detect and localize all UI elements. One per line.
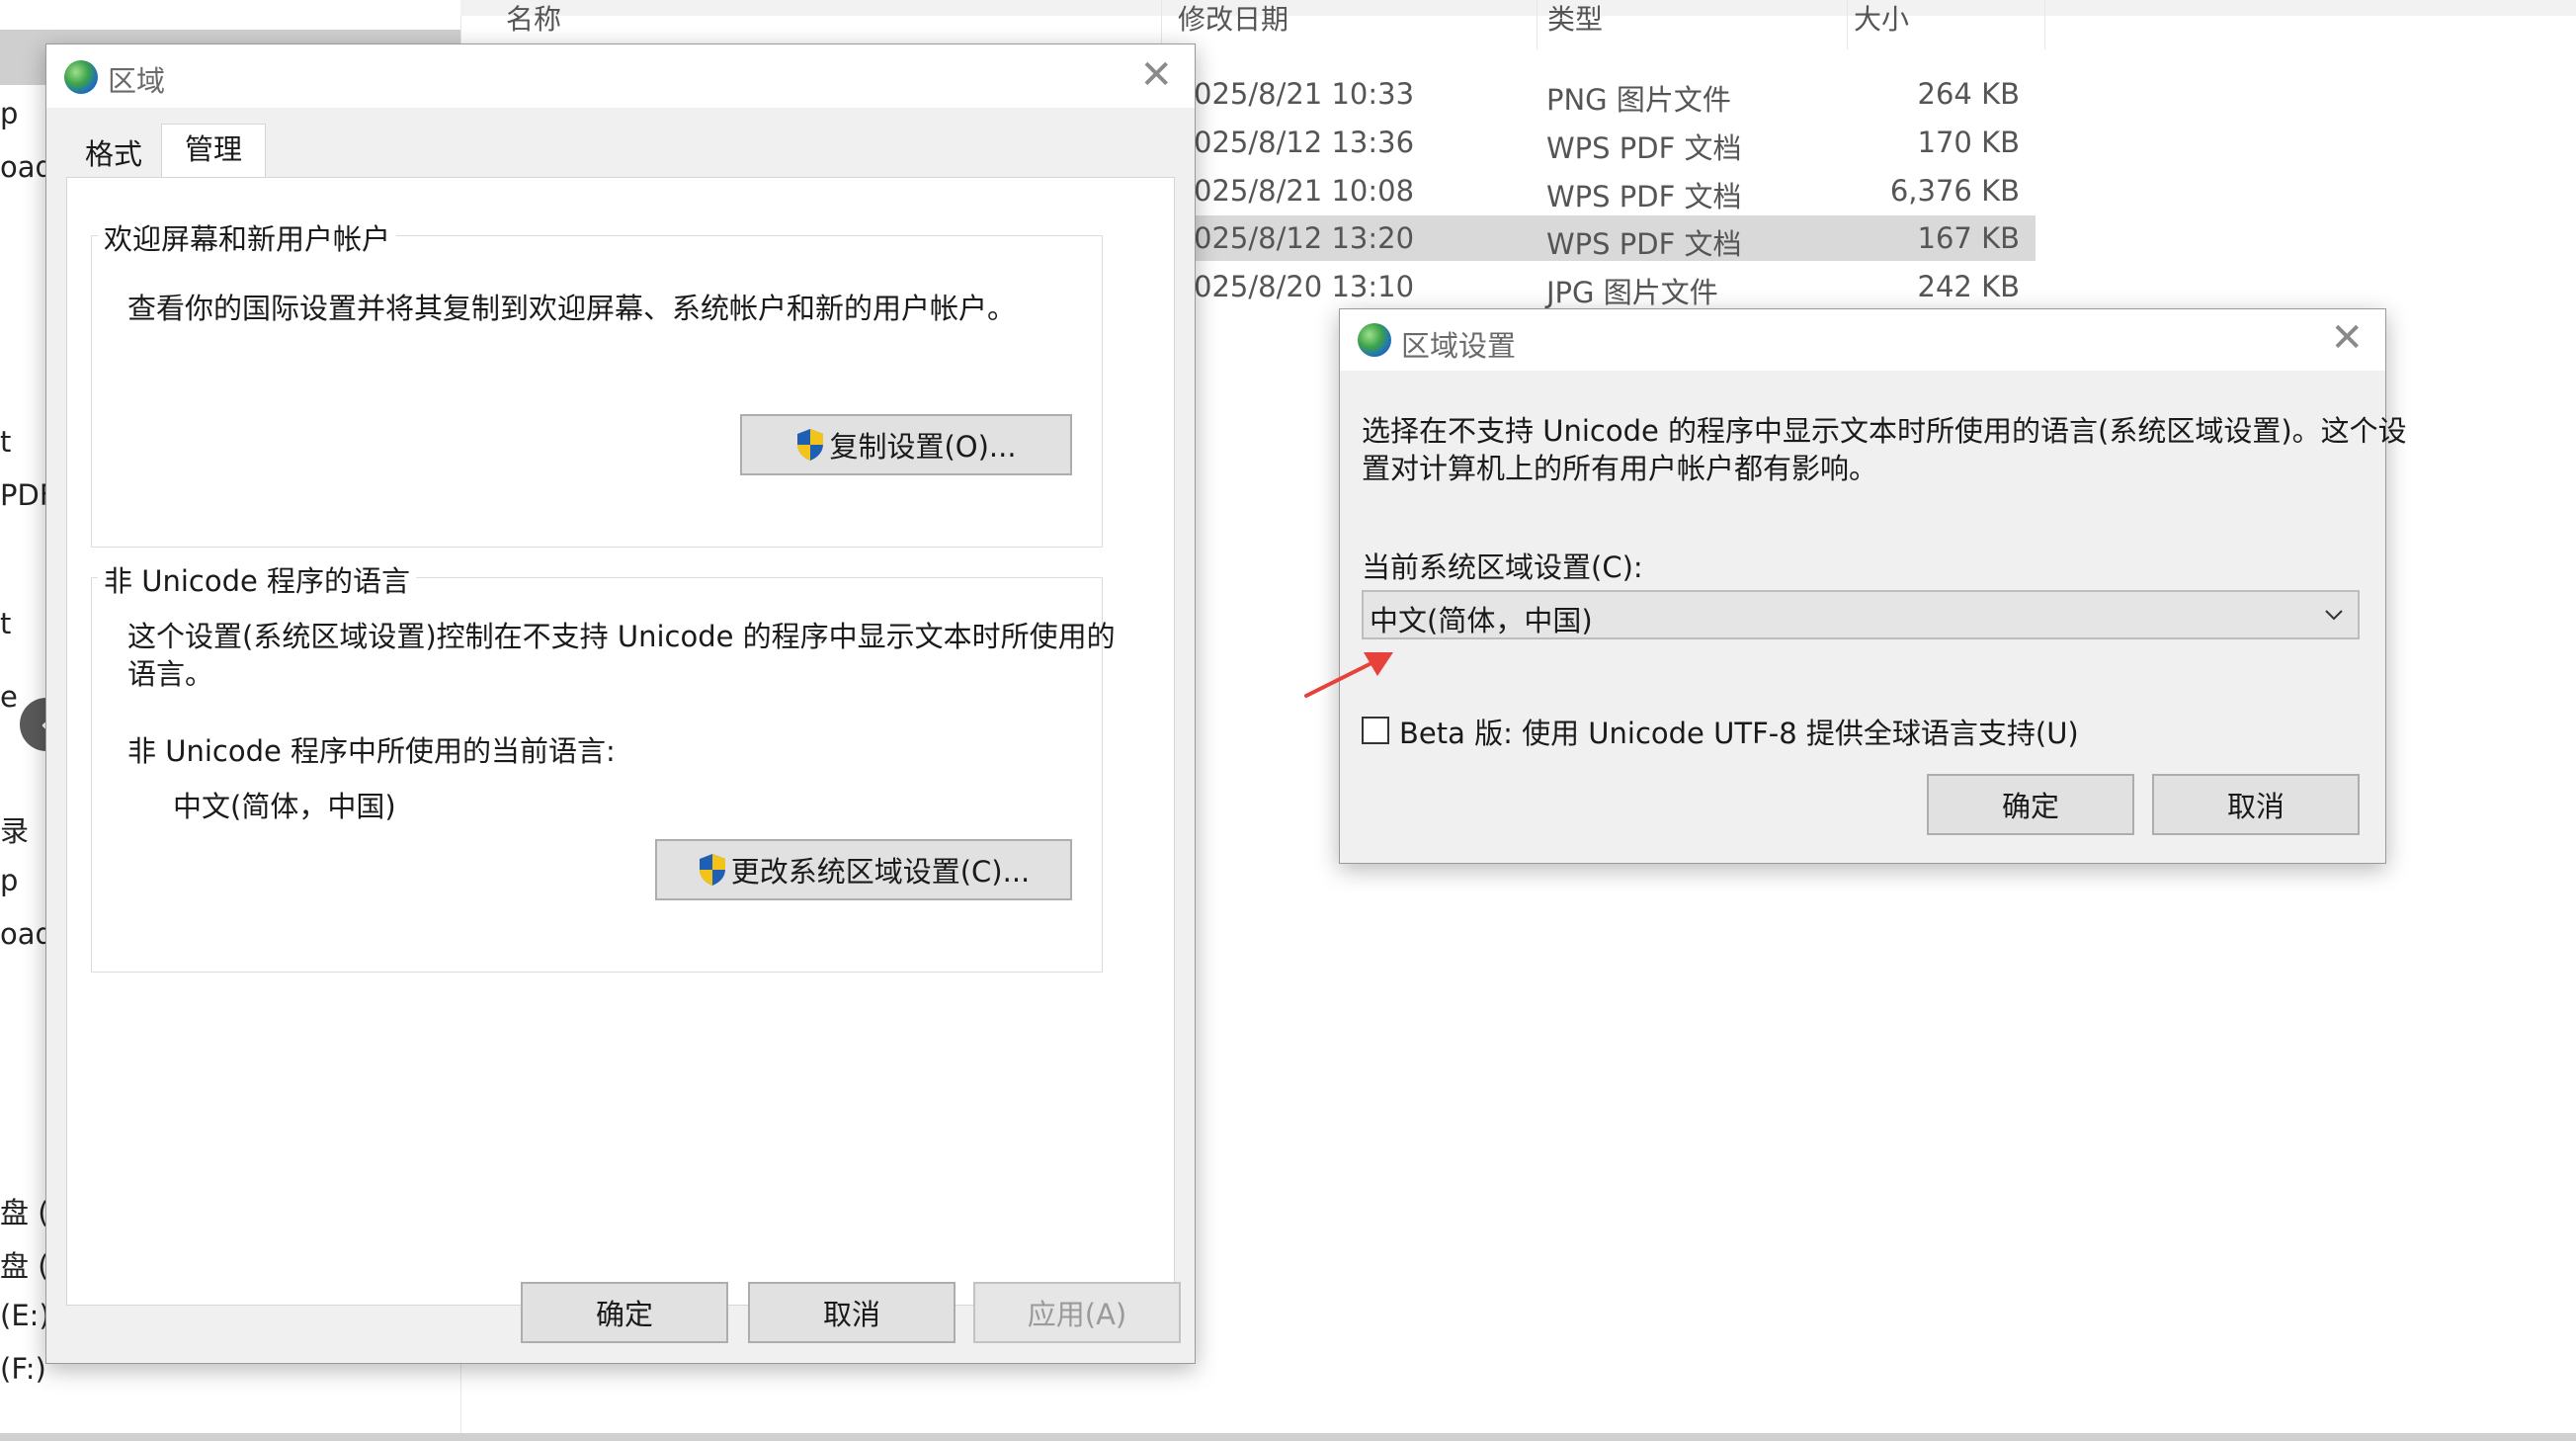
file-size: 264 KB	[1917, 77, 2020, 111]
beta-utf8-checkbox[interactable]	[1362, 717, 1389, 744]
file-date: 025/8/21 10:08	[1194, 174, 1415, 208]
unicode-description-line2: 语言。	[127, 657, 214, 691]
file-type: JPG 图片文件	[1546, 276, 1718, 309]
unicode-group-legend: 非 Unicode 程序的语言	[98, 558, 417, 600]
change-system-locale-button[interactable]: 更改系统区域设置(C)...	[655, 839, 1072, 900]
cancel-button[interactable]: 取消	[748, 1282, 956, 1343]
locale-dialog: 区域设置 ✕ 选择在不支持 Unicode 的程序中显示文本时所使用的语言(系统…	[1339, 308, 2407, 864]
globe-icon	[64, 60, 98, 94]
tab-format[interactable]: 格式	[66, 131, 161, 177]
unicode-group: 非 Unicode 程序的语言 这个设置(系统区域设置)控制在不支持 Unico…	[91, 558, 1116, 973]
file-date: 025/8/12 13:20	[1194, 221, 1415, 255]
welcome-group-legend: 欢迎屏幕和新用户帐户	[98, 216, 397, 258]
welcome-group: 欢迎屏幕和新用户帐户 查看你的国际设置并将其复制到欢迎屏幕、系统帐户和新的用户帐…	[91, 216, 1103, 548]
welcome-description: 查看你的国际设置并将其复制到欢迎屏幕、系统帐户和新的用户帐户。	[127, 292, 1017, 325]
locale-dialog-titlebar[interactable]: 区域设置 ✕	[1340, 309, 2385, 371]
system-locale-value: 中文(简体，中国)	[1370, 604, 1593, 637]
file-size: 6,376 KB	[1889, 174, 2020, 208]
file-row[interactable]: 025/8/20 13:10 JPG 图片文件 242 KB	[1176, 264, 2036, 309]
file-row[interactable]: 025/8/12 13:36 WPS PDF 文档 170 KB	[1176, 120, 2036, 165]
nav-item[interactable]: t	[0, 607, 11, 640]
system-locale-select[interactable]: 中文(简体，中国)	[1362, 590, 2360, 639]
copy-settings-label: 复制设置(O)...	[829, 430, 1017, 464]
current-language-value: 中文(简体，中国)	[173, 790, 396, 823]
nav-item[interactable]: e	[0, 680, 18, 714]
ok-button[interactable]: 确定	[1927, 774, 2134, 835]
nav-item[interactable]: p	[0, 97, 18, 130]
file-type: WPS PDF 文档	[1546, 227, 1742, 261]
current-language-label: 非 Unicode 程序中所使用的当前语言:	[127, 734, 616, 768]
annotation-arrow-icon	[1304, 652, 1393, 698]
current-locale-label: 当前系统区域设置(C):	[1362, 551, 1643, 584]
tab-panel: 欢迎屏幕和新用户帐户 查看你的国际设置并将其复制到欢迎屏幕、系统帐户和新的用户帐…	[66, 177, 1175, 1306]
column-header-modified[interactable]: 修改日期	[1132, 0, 1537, 49]
close-icon[interactable]: ✕	[2330, 315, 2364, 361]
chevron-down-icon	[2325, 610, 2343, 621]
cancel-button[interactable]: 取消	[2152, 774, 2360, 835]
locale-description-line1: 选择在不支持 Unicode 的程序中显示文本时所使用的语言(系统区域设置)。这…	[1362, 414, 2407, 448]
column-header-type[interactable]: 类型	[1502, 0, 1848, 49]
ok-button[interactable]: 确定	[521, 1282, 728, 1343]
file-size: 167 KB	[1917, 221, 2020, 255]
apply-button[interactable]: 应用(A)	[973, 1282, 1181, 1343]
region-dialog: 区域 ✕ 格式 管理 欢迎屏幕和新用户帐户 查看你的国际设置并将其复制到欢迎屏幕…	[45, 43, 1196, 1364]
column-header-size[interactable]: 大小	[1808, 0, 2045, 49]
nav-item[interactable]: t	[0, 425, 11, 459]
region-dialog-titlebar[interactable]: 区域 ✕	[46, 44, 1195, 108]
nav-item-drive[interactable]: (F:)	[0, 1352, 46, 1386]
file-type: WPS PDF 文档	[1546, 131, 1742, 165]
file-size: 170 KB	[1917, 126, 2020, 159]
tab-administrative[interactable]: 管理	[161, 124, 266, 179]
taskbar-edge	[0, 1433, 2576, 1441]
file-date: 025/8/20 13:10	[1194, 270, 1415, 303]
file-row[interactable]: 025/8/21 10:08 WPS PDF 文档 6,376 KB	[1176, 168, 2036, 213]
file-size: 242 KB	[1917, 270, 2020, 303]
globe-icon	[1358, 323, 1391, 357]
file-row[interactable]: 025/8/21 10:33 PNG 图片文件 264 KB	[1176, 71, 2036, 117]
nav-item[interactable]: 录	[0, 808, 29, 850]
locale-description-line2: 置对计算机上的所有用户帐户都有影响。	[1362, 452, 1878, 485]
file-date: 025/8/21 10:33	[1194, 77, 1415, 111]
file-type: PNG 图片文件	[1546, 83, 1731, 117]
uac-shield-icon	[699, 854, 725, 886]
file-row-selected[interactable]: 025/8/12 13:20 WPS PDF 文档 167 KB	[1176, 215, 2036, 261]
unicode-description-line1: 这个设置(系统区域设置)控制在不支持 Unicode 的程序中显示文本时所使用的	[127, 620, 1116, 653]
copy-settings-button[interactable]: 复制设置(O)...	[740, 414, 1072, 475]
beta-utf8-label[interactable]: Beta 版: 使用 Unicode UTF-8 提供全球语言支持(U)	[1399, 711, 2079, 752]
nav-item[interactable]: p	[0, 864, 18, 897]
change-system-locale-label: 更改系统区域设置(C)...	[730, 855, 1031, 889]
close-icon[interactable]: ✕	[1139, 52, 1173, 98]
column-header-name[interactable]: 名称	[460, 0, 1162, 49]
file-date: 025/8/12 13:36	[1194, 126, 1415, 159]
region-dialog-title: 区域	[108, 64, 166, 98]
file-type: WPS PDF 文档	[1546, 180, 1742, 213]
locale-dialog-title: 区域设置	[1401, 329, 1517, 363]
uac-shield-icon	[797, 429, 824, 461]
nav-item-drive[interactable]: (E:)	[0, 1299, 50, 1332]
